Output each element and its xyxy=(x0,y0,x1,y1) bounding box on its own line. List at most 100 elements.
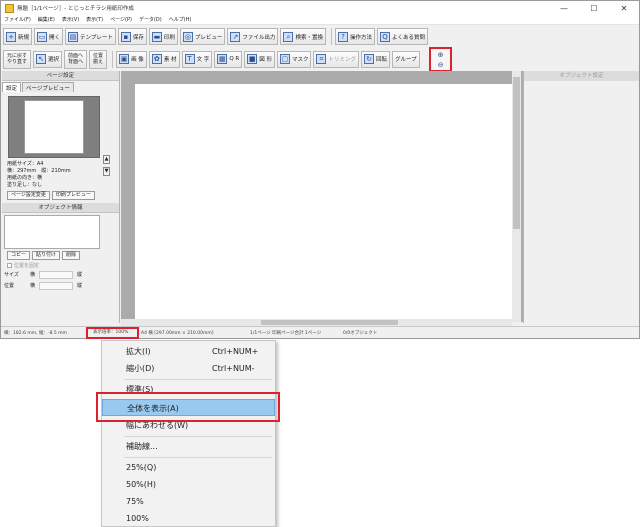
menu-separator xyxy=(124,457,272,458)
print-button[interactable]: ▬ 印刷 xyxy=(148,28,178,45)
horizontal-scroll-thumb[interactable] xyxy=(261,320,398,325)
edit-toolbar: 元に戻す やり直す ↖ 選択 前面へ 背面へ 位置 揃え ▣ 画 像 ✿ 素 材 T文 字 … xyxy=(1,48,639,70)
object-settings-header: オブジェクト設定 xyxy=(524,71,639,81)
menu-zoom-100[interactable]: 100% xyxy=(102,510,275,527)
toolbar-divider xyxy=(112,50,114,68)
object-list-arrows: ▲ ▼ xyxy=(103,155,110,179)
cursor-icon: ↖ xyxy=(36,54,47,64)
align-button[interactable]: 位置 揃え xyxy=(89,49,108,69)
page-settings-header: ページ設定 xyxy=(2,71,119,81)
template-button[interactable]: ▤ テンプレート xyxy=(65,28,116,45)
menu-zoom-25[interactable]: 25%(Q) xyxy=(102,459,275,476)
mask-button[interactable]: ▢ マスク xyxy=(276,50,312,68)
app-icon xyxy=(5,3,14,13)
move-up-icon[interactable]: ▲ xyxy=(103,155,110,164)
rotate-icon: ↻ xyxy=(364,54,374,64)
folder-icon: ▭ xyxy=(37,31,48,42)
vertical-scrollbar[interactable] xyxy=(512,71,521,322)
save-button[interactable]: ▪ 保存 xyxy=(117,28,147,45)
tab-page-preview[interactable]: ページプレビュー xyxy=(22,82,74,92)
object-list[interactable] xyxy=(4,215,100,249)
how-to-button[interactable]: ? 操作方法 xyxy=(334,28,375,45)
object-count: 0/0オブジェクト xyxy=(343,331,378,336)
size-row: サイズ 横 縦 xyxy=(4,270,83,279)
paper-status: A4 横 [297.00mm × 210.00mm] xyxy=(141,331,214,336)
checkbox-box xyxy=(7,263,12,268)
copy-button[interactable]: コピー xyxy=(7,251,31,260)
faq-icon: Q xyxy=(379,31,390,42)
search-replace-button[interactable]: ⌕ 検索・置換 xyxy=(280,28,326,45)
maximize-button[interactable]: ☐ xyxy=(579,1,609,15)
menu-zoom-in[interactable]: 拡大(I) Ctrl+NUM+ xyxy=(102,343,275,360)
image-icon: ▣ xyxy=(119,54,130,64)
fix-position-checkbox[interactable]: 位置を固定 xyxy=(7,262,119,269)
search-icon: ⌕ xyxy=(283,31,294,42)
help-icon: ? xyxy=(337,31,348,42)
menu-zoom-50[interactable]: 50%(H) xyxy=(102,476,275,493)
faq-button[interactable]: Q よくある質問 xyxy=(376,28,428,45)
menu-edit[interactable]: 編集(E) xyxy=(38,16,55,23)
position-x-field[interactable] xyxy=(39,281,73,290)
trim-button[interactable]: ⌗ トリミング xyxy=(313,50,359,68)
window-title: 無題［1/1ページ］- とじっとチラシ用紙印作成 xyxy=(17,6,134,12)
print-preview-button[interactable]: 印刷プレビュー xyxy=(51,191,95,200)
paste-button[interactable]: 貼り付け xyxy=(32,251,61,260)
template-icon: ▤ xyxy=(68,31,79,42)
horizontal-scrollbar[interactable] xyxy=(121,319,512,326)
menu-data[interactable]: データ(D) xyxy=(139,16,162,23)
preview-button[interactable]: ◎ プレビュー xyxy=(179,28,226,45)
cursor-position: 横：182.6 mm, 縦：-8.5 mm xyxy=(4,331,67,336)
material-button[interactable]: ✿ 素 材 xyxy=(148,50,180,68)
zoom-status-highlight[interactable]: 表示倍率：100% xyxy=(86,327,139,339)
order-button[interactable]: 前面へ 背面へ xyxy=(64,49,88,69)
select-button[interactable]: ↖ 選択 xyxy=(33,50,63,68)
design-canvas[interactable] xyxy=(121,71,523,322)
menu-display[interactable]: 表示(T) xyxy=(86,16,103,23)
zoom-in-icon[interactable]: ⊕ xyxy=(435,50,447,60)
group-button[interactable]: グループ xyxy=(392,50,420,68)
save-icon: ▪ xyxy=(120,31,131,42)
text-button[interactable]: T文 字 xyxy=(181,50,213,68)
minimize-button[interactable]: — xyxy=(549,1,579,15)
menu-zoom-out[interactable]: 縮小(D) Ctrl+NUM- xyxy=(102,360,275,377)
undo-redo-button[interactable]: 元に戻す やり直す xyxy=(3,49,32,69)
tab-settings[interactable]: 設定 xyxy=(2,82,22,92)
menu-separator xyxy=(124,436,272,437)
rotate-button[interactable]: ↻ 回転 xyxy=(361,50,391,68)
shape-button[interactable]: ■ 図 形 xyxy=(244,50,275,68)
vertical-scroll-thumb[interactable] xyxy=(513,77,520,229)
mask-icon: ▢ xyxy=(279,54,290,64)
open-button[interactable]: ▭ 開く xyxy=(34,28,64,45)
status-bar: 横：182.6 mm, 縦：-8.5 mm 表示倍率：100% A4 横 [29… xyxy=(1,326,639,339)
size-width-field[interactable] xyxy=(39,270,73,279)
menu-view[interactable]: 表示(V) xyxy=(62,16,79,23)
menu-guides[interactable]: 補助線... xyxy=(102,438,275,455)
menu-separator xyxy=(124,379,272,380)
zoom-out-icon[interactable]: ⊖ xyxy=(435,60,447,70)
close-button[interactable]: ✕ xyxy=(609,1,639,15)
preview-icon: ◎ xyxy=(182,31,193,42)
position-row: 位置 横 縦 xyxy=(4,281,83,290)
image-button[interactable]: ▣ 画 像 xyxy=(116,50,147,68)
toolbar-divider xyxy=(330,28,332,45)
new-button[interactable]: + 新規 xyxy=(3,28,33,45)
material-icon: ✿ xyxy=(151,54,162,64)
fit-all-highlight xyxy=(96,392,280,422)
move-down-icon[interactable]: ▼ xyxy=(103,167,110,176)
menu-bar: ファイル(F) 編集(E) 表示(V) 表示(T) ページ(P) データ(D) … xyxy=(1,15,639,25)
object-info-header: オブジェクト情報 xyxy=(2,203,119,213)
qr-button[interactable]: ▦ Q R xyxy=(214,50,243,68)
menu-page[interactable]: ページ(P) xyxy=(110,16,132,23)
page-sheet[interactable] xyxy=(135,84,515,320)
menu-zoom-75[interactable]: 75% xyxy=(102,493,275,510)
page-settings-change-button[interactable]: ページ設定変更 xyxy=(7,191,50,200)
file-output-button[interactable]: ↗ ファイル出力 xyxy=(227,28,279,45)
delete-button[interactable]: 削除 xyxy=(62,251,81,260)
trim-icon: ⌗ xyxy=(316,54,327,64)
menu-file[interactable]: ファイル(F) xyxy=(4,16,31,23)
page-preview xyxy=(8,96,100,158)
new-file-icon: + xyxy=(6,31,16,42)
title-bar: 無題［1/1ページ］- とじっとチラシ用紙印作成 — ☐ ✕ xyxy=(1,1,639,15)
menu-help[interactable]: ヘルプ(H) xyxy=(169,16,192,23)
page-settings-panel: ページ設定 設定 ページプレビュー 用紙サイズ：A4 横：297mm 縦：210… xyxy=(2,71,120,323)
